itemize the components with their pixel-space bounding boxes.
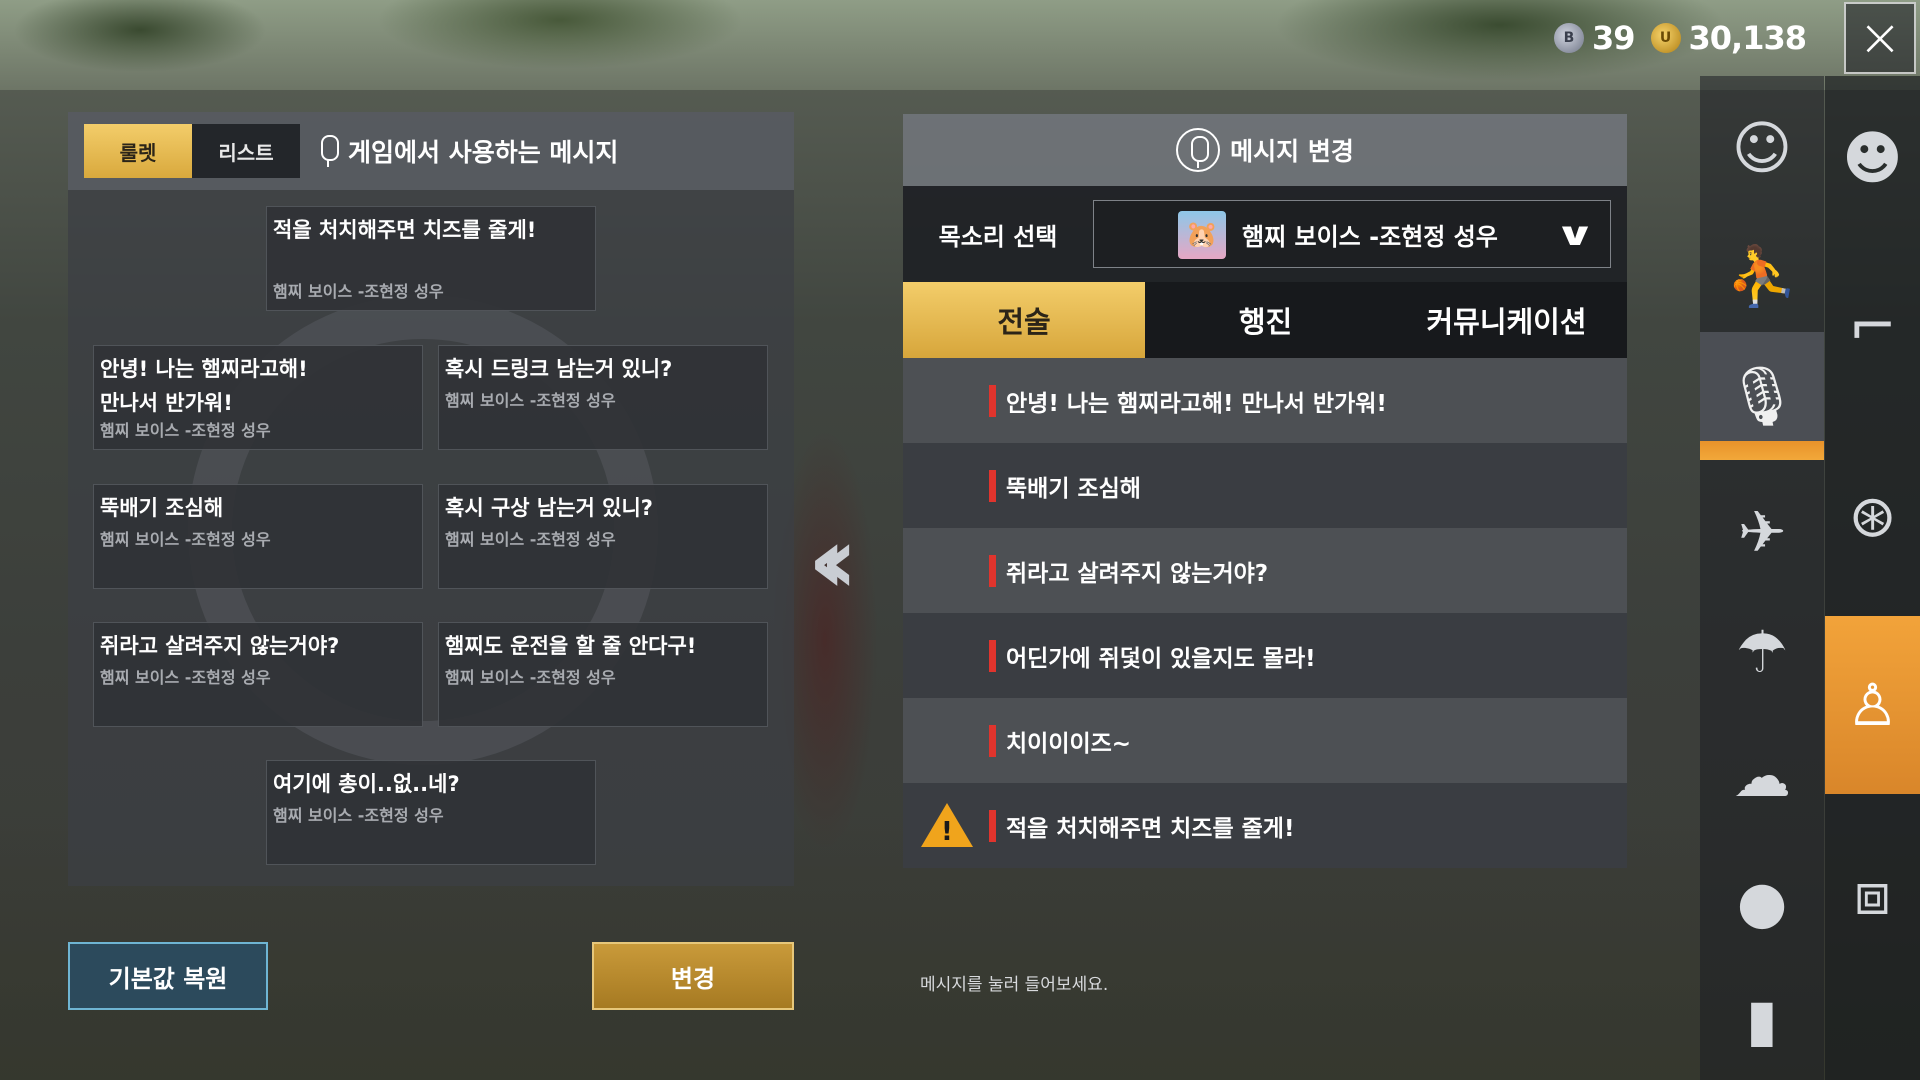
- message-category-tabs: 전술 행진 커뮤니케이션: [903, 282, 1627, 358]
- list-item-marker: [989, 469, 996, 502]
- roulette-slot-4[interactable]: 뚝배기 조심해 햄찌 보이스 -조현정 성우: [93, 484, 423, 589]
- tab-tactics[interactable]: 전술: [903, 282, 1145, 358]
- slot-message: 적을 처치해주면 치즈를 줄게!: [273, 218, 537, 242]
- crate-icon[interactable]: ⧈: [1825, 834, 1920, 954]
- roulette-slot-8[interactable]: 여기에 총이..없..네? 햄찌 보이스 -조현정 성우: [266, 760, 596, 865]
- voice-select-row: 목소리 선택 🐹 햄찌 보이스 -조현정 성우 ∨: [903, 186, 1627, 282]
- list-item[interactable]: 치이이이즈~: [903, 698, 1627, 783]
- left-panel-header: 룰렛 리스트 게임에서 사용하는 메시지: [68, 112, 794, 190]
- slot-voice: 햄찌 보이스 -조현정 성우: [100, 530, 271, 549]
- slot-voice: 햄찌 보이스 -조현정 성우: [445, 668, 616, 687]
- slot-voice: 햄찌 보이스 -조현정 성우: [445, 391, 616, 410]
- list-item[interactable]: 뚝배기 조심해: [903, 443, 1627, 528]
- slot-voice: 햄찌 보이스 -조현정 성우: [273, 806, 444, 825]
- tab-roulette[interactable]: 룰렛: [84, 124, 192, 178]
- right-panel-header: 메시지 변경: [903, 114, 1627, 186]
- voice-select-label: 목소리 선택: [938, 222, 1058, 251]
- parachute-icon[interactable]: ☂: [1700, 592, 1824, 712]
- chevron-down-icon: ∨: [1554, 215, 1596, 253]
- slot-message: 안녕! 나는 햄찌라고해! 만나서 반가워!: [100, 357, 308, 415]
- message-change-panel: 메시지 변경 목소리 선택 🐹 햄찌 보이스 -조현정 성우 ∨ 전술 행진 커…: [903, 114, 1627, 886]
- slot-message: 뚝배기 조심해: [100, 496, 224, 520]
- list-item-marker: [989, 384, 996, 417]
- list-item-marker: [989, 639, 996, 672]
- list-item[interactable]: 안녕! 나는 햄찌라고해! 만나서 반가워!: [903, 358, 1627, 443]
- tab-list[interactable]: 리스트: [192, 124, 300, 178]
- currency-display: B 39 U 30,138: [1553, 19, 1822, 57]
- list-item[interactable]: 쥐라고 살려주지 않는거야?: [903, 528, 1627, 613]
- reset-default-button[interactable]: 기본값 복원: [68, 942, 268, 1010]
- right-panel-title: 메시지 변경: [1230, 137, 1354, 166]
- roulette-slot-7[interactable]: 햄찌도 운전을 할 줄 안다구! 햄찌 보이스 -조현정 성우: [438, 622, 768, 727]
- roulette-slot-1[interactable]: 적을 처치해주면 치즈를 줄게! 햄찌 보이스 -조현정 성우: [266, 206, 596, 311]
- bp-coin-icon: B: [1553, 23, 1584, 53]
- list-item-label: 적을 처치해주면 치즈를 줄게!: [1006, 815, 1295, 842]
- message-list: 안녕! 나는 햄찌라고해! 만나서 반가워! 뚝배기 조심해 쥐라고 살려주지 …: [903, 358, 1627, 868]
- tab-communication[interactable]: 커뮤니케이션: [1386, 282, 1627, 358]
- list-item-label: 뚝배기 조심해: [1006, 475, 1141, 502]
- message-roulette: 적을 처치해주면 치즈를 줄게! 햄찌 보이스 -조현정 성우 안녕! 나는 햄…: [68, 190, 794, 886]
- list-item-marker: [989, 809, 996, 842]
- close-button[interactable]: ×: [1844, 2, 1916, 74]
- uc-amount: 30,138: [1688, 19, 1807, 57]
- list-item-marker: [989, 724, 996, 757]
- double-chevron-left-icon: ‹‹: [808, 507, 858, 614]
- warning-mark: !: [941, 817, 953, 847]
- roulette-slot-3[interactable]: 혹시 드링크 남는거 있니? 햄찌 보이스 -조현정 성우: [438, 345, 768, 450]
- top-bar: B 39 U 30,138 ×: [1553, 0, 1920, 76]
- tab-march[interactable]: 행진: [1145, 282, 1386, 358]
- roulette-slot-2[interactable]: 안녕! 나는 햄찌라고해! 만나서 반가워! 햄찌 보이스 -조현정 성우: [93, 345, 423, 450]
- emote-icon[interactable]: ☺: [1700, 88, 1824, 208]
- roulette-slot-6[interactable]: 쥐라고 살려주지 않는거야? 햄찌 보이스 -조현정 성우: [93, 622, 423, 727]
- hamster-avatar-icon: 🐹: [1178, 211, 1226, 259]
- microphone-icon: [318, 135, 339, 167]
- list-item-label: 안녕! 나는 햄찌라고해! 만나서 반가워!: [1006, 390, 1387, 417]
- roulette-slot-5[interactable]: 혹시 구상 남는거 있니? 햄찌 보이스 -조현정 성우: [438, 484, 768, 589]
- spray-icon[interactable]: ▮: [1700, 960, 1824, 1080]
- list-item-label: 쥐라고 살려주지 않는거야?: [1006, 560, 1269, 587]
- bp-amount: 39: [1591, 19, 1636, 57]
- character-icon[interactable]: ☻: [1825, 98, 1920, 218]
- category-column-2: ☻ ⌐ ⊛ ♙ ⧈: [1825, 76, 1920, 1080]
- voice-dropdown-value: 햄찌 보이스 -조현정 성우: [1242, 222, 1498, 251]
- slot-voice: 햄찌 보이스 -조현정 성우: [445, 530, 616, 549]
- list-item[interactable]: ! 적을 처치해주면 치즈를 줄게!: [903, 783, 1627, 868]
- hint-text: 메시지를 눌러 들어보세요.: [920, 975, 1109, 995]
- slot-voice: 햄찌 보이스 -조현정 성우: [100, 668, 271, 687]
- slot-voice: 햄찌 보이스 -조현정 성우: [100, 421, 271, 440]
- slot-message: 햄찌도 운전을 할 줄 안다구!: [445, 634, 697, 658]
- left-panel-title-text: 게임에서 사용하는 메시지: [348, 138, 619, 167]
- game-messages-panel: 룰렛 리스트 게임에서 사용하는 메시지 적을 처치해주면 치즈를 줄게! 햄찌…: [68, 112, 794, 886]
- list-item-label: 어딘가에 쥐덫이 있을지도 몰라!: [1006, 645, 1316, 672]
- slot-message: 쥐라고 살려주지 않는거야?: [100, 634, 340, 658]
- grenade-icon[interactable]: ●: [1700, 842, 1824, 962]
- list-item[interactable]: 어딘가에 쥐덫이 있을지도 몰라!: [903, 613, 1627, 698]
- smoke-icon[interactable]: ☁: [1700, 716, 1824, 836]
- microphone-icon[interactable]: 🎙: [1700, 332, 1824, 460]
- slot-message: 혹시 드링크 남는거 있니?: [445, 357, 673, 381]
- close-icon: ×: [1858, 8, 1902, 68]
- view-mode-toggle: 룰렛 리스트: [84, 124, 300, 178]
- run-icon[interactable]: ⛹: [1700, 216, 1824, 336]
- companion-icon[interactable]: ♙: [1825, 616, 1920, 794]
- airplane-icon[interactable]: ✈: [1700, 472, 1824, 592]
- list-item-marker: [989, 554, 996, 587]
- list-item-label: 치이이이즈~: [1006, 730, 1132, 757]
- change-button[interactable]: 변경: [592, 942, 794, 1010]
- steering-wheel-icon[interactable]: ⊛: [1825, 456, 1920, 576]
- microphone-icon: [1176, 128, 1221, 172]
- voice-dropdown[interactable]: 🐹 햄찌 보이스 -조현정 성우 ∨: [1093, 200, 1611, 268]
- slot-voice: 햄찌 보이스 -조현정 성우: [273, 282, 444, 301]
- category-column-1: ☺ ⛹ 🎙 ✈ ☂ ☁ ● ▮: [1700, 76, 1824, 1080]
- uc-coin-icon: U: [1650, 23, 1681, 53]
- slot-message: 혹시 구상 남는거 있니?: [445, 496, 653, 520]
- slot-message: 여기에 총이..없..네?: [273, 772, 460, 796]
- left-panel-title: 게임에서 사용하는 메시지: [318, 133, 618, 169]
- pistol-icon[interactable]: ⌐: [1825, 266, 1920, 386]
